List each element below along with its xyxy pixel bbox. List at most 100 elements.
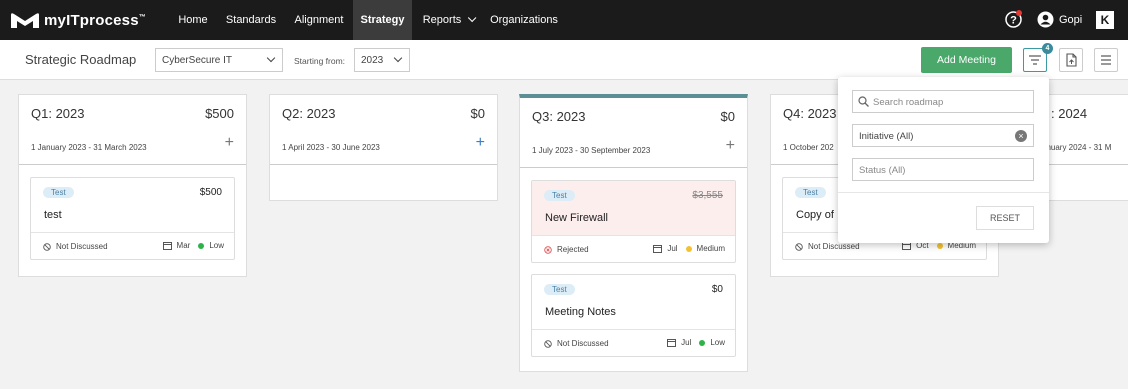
quarter-column-q1: Q1: 2023 $500 1 January 2023 - 31 March … [18,94,247,277]
user-name[interactable]: Gopi [1059,0,1082,40]
priority-medium-dot [936,242,943,249]
chevron-down-icon [393,53,403,63]
priority-low-dot [198,242,205,249]
clear-icon[interactable]: × [1015,130,1027,142]
chevron-down-icon [468,13,477,23]
card-status-label: Not Discussed [808,242,860,251]
nav-standards[interactable]: Standards [222,0,280,40]
card-amount: $0 [711,284,723,295]
column-header: Q3: 2023 $0 1 July 2023 - 30 September 2… [520,98,747,168]
column-title: Q2: 2023 [282,106,336,121]
roadmap-toolbar: Strategic Roadmap CyberSecure IT Startin… [0,40,1128,80]
column-header: Q1: 2023 $500 1 January 2023 - 31 March … [19,95,246,165]
column-dates: 1 July 2023 - 30 September 2023 [532,146,651,155]
top-navbar: myITprocess™ Home Standards Alignment St… [0,0,1128,40]
initiative-select-value: Initiative (All) [859,131,914,142]
card-status-label: Rejected [557,245,589,254]
not-discussed-icon [544,339,552,348]
not-discussed-icon [43,242,51,251]
not-discussed-icon [795,242,803,251]
card-priority: Low [710,338,725,347]
card-priority: Low [209,241,224,250]
initiative-select[interactable]: Initiative (All) × [852,124,1034,147]
starting-from-label: Starting from: [294,56,346,66]
card-status: Not Discussed [795,242,860,251]
nav-strategy[interactable]: Strategy [353,0,412,40]
add-meeting-button[interactable]: Add Meeting [921,47,1012,73]
card-status: Not Discussed [43,242,108,251]
card-title: test [44,209,62,221]
column-total: $0 [720,109,735,124]
search-placeholder: Search roadmap [873,97,944,108]
notification-dot [1016,10,1022,16]
card-month: Jul [667,244,678,253]
nav-reports[interactable]: Reports [417,0,479,40]
card-meta: Jul Low [667,338,725,347]
add-item-icon[interactable]: + [726,138,735,154]
document-export-icon [1066,53,1077,67]
column-title: : 2024 [1051,106,1088,121]
column-dates: 1 October 202 [783,143,834,152]
search-icon [858,96,869,107]
card-status-label: Not Discussed [56,242,108,251]
roadmap-card[interactable]: Test $0 Meeting Notes Not Discussed Jul … [531,274,736,357]
card-amount: $3,555 [692,190,723,201]
rejected-icon [544,245,552,254]
card-meta: Mar Low [162,241,224,250]
logo-mark-icon [11,13,39,28]
roadmap-card[interactable]: Test $500 test Not Discussed Mar Low [30,177,235,260]
chevron-down-icon [266,53,276,63]
page-title: Strategic Roadmap [25,52,137,67]
export-button[interactable] [1059,48,1083,72]
add-item-icon[interactable]: + [225,135,234,151]
calendar-icon [162,242,172,250]
nav-alignment[interactable]: Alignment [290,0,348,40]
column-total: $500 [205,106,234,121]
column-dates: anuary 2024 - 31 M [1042,143,1112,152]
priority-low-dot [699,339,706,346]
reset-button[interactable]: RESET [976,206,1034,230]
quarter-column-q2: Q2: 2023 $0 1 April 2023 - 30 June 2023 … [269,94,498,201]
column-title: Q3: 2023 [532,109,586,124]
card-tag: Test [544,284,575,295]
menu-button[interactable] [1094,48,1118,72]
card-title: Copy of [796,209,834,221]
user-avatar-icon[interactable] [1037,11,1054,28]
column-dates: 1 April 2023 - 30 June 2023 [282,143,380,152]
svg-text:?: ? [1010,15,1017,27]
filter-panel: Search roadmap Initiative (All) × Status… [838,77,1049,243]
column-total: $0 [470,106,485,121]
nav-organizations[interactable]: Organizations [488,0,560,40]
card-status: Rejected [544,245,589,254]
column-header: Q2: 2023 $0 1 April 2023 - 30 June 2023 … [270,95,497,165]
kaseya-logo-icon[interactable]: K [1096,11,1114,29]
status-select[interactable]: Status (All) [852,158,1034,181]
divider [838,192,1049,193]
nav-reports-label: Reports [422,14,462,26]
card-priority: Medium [696,244,725,253]
client-select[interactable]: CyberSecure IT [155,48,283,72]
year-select-value: 2023 [361,55,384,66]
quarter-column-q3: Q3: 2023 $0 1 July 2023 - 30 September 2… [519,94,748,372]
roadmap-card[interactable]: Test $3,555 New Firewall Rejected Jul Me… [531,180,736,263]
client-select-value: CyberSecure IT [162,55,233,66]
app-logo[interactable]: myITprocess™ [10,10,146,30]
card-status: Not Discussed [544,339,609,348]
add-item-icon[interactable]: + [476,135,485,151]
card-amount: $500 [199,187,222,198]
calendar-icon [667,339,677,347]
nav-home[interactable]: Home [168,0,218,40]
filter-count-badge: 4 [1042,43,1053,54]
card-title: New Firewall [545,212,608,224]
column-title: Q1: 2023 [31,106,85,121]
hamburger-menu-icon [1101,55,1111,65]
search-roadmap-input[interactable]: Search roadmap [852,90,1034,113]
card-month: Mar [176,241,191,250]
year-select[interactable]: 2023 [354,48,410,72]
card-title: Meeting Notes [545,306,616,318]
card-month: Jul [681,338,692,347]
priority-medium-dot [685,245,692,252]
status-select-placeholder: Status (All) [859,165,906,176]
card-status-label: Not Discussed [557,339,609,348]
calendar-icon [653,245,663,253]
